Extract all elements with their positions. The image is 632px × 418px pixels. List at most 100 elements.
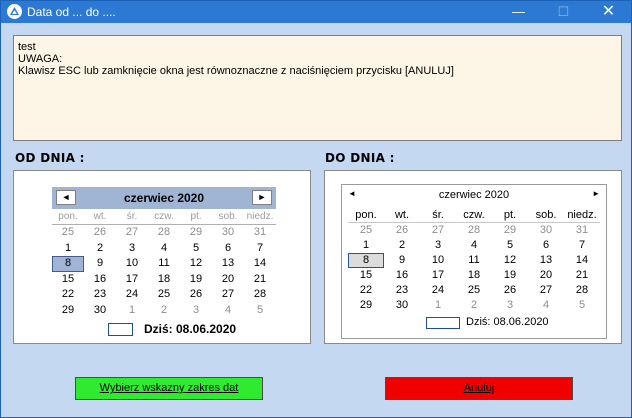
- day-cell[interactable]: 1: [348, 238, 384, 253]
- day-cell[interactable]: 25: [52, 225, 84, 241]
- day-cell[interactable]: 27: [116, 225, 148, 241]
- day-cell[interactable]: 31: [244, 225, 276, 241]
- day-cell[interactable]: 10: [420, 253, 456, 268]
- day-cell[interactable]: 27: [420, 223, 456, 238]
- day-cell[interactable]: 19: [180, 272, 212, 288]
- day-cell[interactable]: 16: [384, 268, 420, 283]
- day-cell[interactable]: 26: [84, 225, 116, 241]
- next-month-button[interactable]: ►: [252, 190, 272, 205]
- day-cell[interactable]: 21: [244, 272, 276, 288]
- to-calendar[interactable]: ◄ czerwiec 2020 ► pon. wt. śr. czw. pt. sob. n…: [341, 184, 607, 339]
- day-cell[interactable]: 30: [84, 303, 116, 319]
- day-cell[interactable]: 5: [564, 298, 600, 313]
- day-cell[interactable]: 18: [148, 272, 180, 288]
- day-cell[interactable]: 11: [456, 253, 492, 268]
- day-cell[interactable]: 1: [116, 303, 148, 319]
- day-cell[interactable]: 24: [116, 287, 148, 303]
- day-cell[interactable]: 16: [84, 272, 116, 288]
- day-cell[interactable]: 27: [528, 283, 564, 298]
- today-label[interactable]: Dziś: 08.06.2020: [144, 322, 236, 336]
- title-bar[interactable]: Data od ... do .... — ☐ ✕: [1, 1, 631, 23]
- day-cell[interactable]: 18: [456, 268, 492, 283]
- from-calendar[interactable]: ◄ czerwiec 2020 ► pon. wt. śr. czw. pt. sob. n…: [52, 187, 276, 338]
- day-cell[interactable]: 4: [528, 298, 564, 313]
- day-cell[interactable]: 5: [244, 303, 276, 319]
- day-cell[interactable]: 29: [52, 303, 84, 319]
- day-cell[interactable]: 17: [116, 272, 148, 288]
- day-cell[interactable]: 14: [244, 256, 276, 272]
- day-cell[interactable]: 30: [212, 225, 244, 241]
- month-title[interactable]: czerwiec 2020: [342, 189, 606, 201]
- day-cell[interactable]: 29: [180, 225, 212, 241]
- day-cell[interactable]: 10: [116, 256, 148, 272]
- day-cell[interactable]: 7: [244, 241, 276, 257]
- day-cell[interactable]: 29: [348, 298, 384, 313]
- message-box[interactable]: test UWAGA: Klawisz ESC lub zamknięcie o…: [13, 35, 622, 141]
- day-cell[interactable]: 25: [456, 283, 492, 298]
- day-cell[interactable]: 20: [212, 272, 244, 288]
- day-cell[interactable]: 22: [348, 283, 384, 298]
- day-cell[interactable]: 12: [492, 253, 528, 268]
- select-range-button[interactable]: Wybierz wskazny zakres dat: [75, 377, 263, 400]
- day-cell[interactable]: 28: [456, 223, 492, 238]
- day-cell[interactable]: 20: [528, 268, 564, 283]
- day-cell[interactable]: 4: [456, 238, 492, 253]
- day-cell[interactable]: 5: [180, 241, 212, 257]
- day-cell[interactable]: 26: [492, 283, 528, 298]
- day-cell[interactable]: 4: [148, 241, 180, 257]
- day-cell[interactable]: 6: [212, 241, 244, 257]
- day-cell[interactable]: 15: [348, 268, 384, 283]
- day-cell[interactable]: 9: [84, 256, 116, 272]
- day-cell[interactable]: 28: [564, 283, 600, 298]
- month-title[interactable]: czerwiec 2020: [52, 191, 276, 205]
- close-button[interactable]: ✕: [586, 1, 631, 23]
- day-cell[interactable]: 13: [212, 256, 244, 272]
- day-cell[interactable]: 4: [212, 303, 244, 319]
- day-cell[interactable]: 29: [492, 223, 528, 238]
- day-cell[interactable]: 30: [528, 223, 564, 238]
- today-row[interactable]: Dziś: 08.06.2020: [52, 320, 276, 338]
- day-cell[interactable]: 24: [420, 283, 456, 298]
- day-cell[interactable]: 3: [116, 241, 148, 257]
- day-cell[interactable]: 2: [84, 241, 116, 257]
- day-cell[interactable]: 25: [148, 287, 180, 303]
- day-cell[interactable]: 3: [180, 303, 212, 319]
- day-cell[interactable]: 2: [456, 298, 492, 313]
- day-cell[interactable]: 6: [528, 238, 564, 253]
- day-cell[interactable]: 17: [420, 268, 456, 283]
- day-cell[interactable]: 15: [52, 272, 84, 288]
- day-cell[interactable]: 23: [384, 283, 420, 298]
- day-cell[interactable]: 31: [564, 223, 600, 238]
- day-cell[interactable]: 27: [212, 287, 244, 303]
- day-cell[interactable]: 14: [564, 253, 600, 268]
- day-cell[interactable]: 3: [492, 298, 528, 313]
- today-label[interactable]: Dziś: 08.06.2020: [466, 316, 549, 328]
- day-cell[interactable]: 13: [528, 253, 564, 268]
- day-cell[interactable]: 5: [492, 238, 528, 253]
- day-cell[interactable]: 7: [564, 238, 600, 253]
- day-cell-selected[interactable]: 8: [52, 256, 84, 272]
- day-cell[interactable]: 1: [52, 241, 84, 257]
- minimize-button[interactable]: —: [496, 1, 541, 23]
- day-cell[interactable]: 26: [180, 287, 212, 303]
- day-cell[interactable]: 12: [180, 256, 212, 272]
- next-month-button[interactable]: ►: [592, 189, 600, 198]
- day-cell[interactable]: 3: [420, 238, 456, 253]
- day-cell[interactable]: 25: [348, 223, 384, 238]
- day-cell[interactable]: 1: [420, 298, 456, 313]
- day-cell[interactable]: 19: [492, 268, 528, 283]
- day-cell[interactable]: 9: [384, 253, 420, 268]
- day-cell[interactable]: 21: [564, 268, 600, 283]
- maximize-button[interactable]: ☐: [541, 1, 586, 23]
- cancel-button[interactable]: Anuluj: [385, 377, 573, 400]
- day-cell[interactable]: 2: [148, 303, 180, 319]
- day-cell[interactable]: 2: [384, 238, 420, 253]
- day-cell-selected[interactable]: 8: [348, 253, 384, 268]
- day-cell[interactable]: 26: [384, 223, 420, 238]
- day-cell[interactable]: 28: [148, 225, 180, 241]
- today-row[interactable]: Dziś: 08.06.2020: [342, 314, 606, 330]
- day-cell[interactable]: 30: [384, 298, 420, 313]
- day-cell[interactable]: 22: [52, 287, 84, 303]
- day-cell[interactable]: 23: [84, 287, 116, 303]
- day-cell[interactable]: 28: [244, 287, 276, 303]
